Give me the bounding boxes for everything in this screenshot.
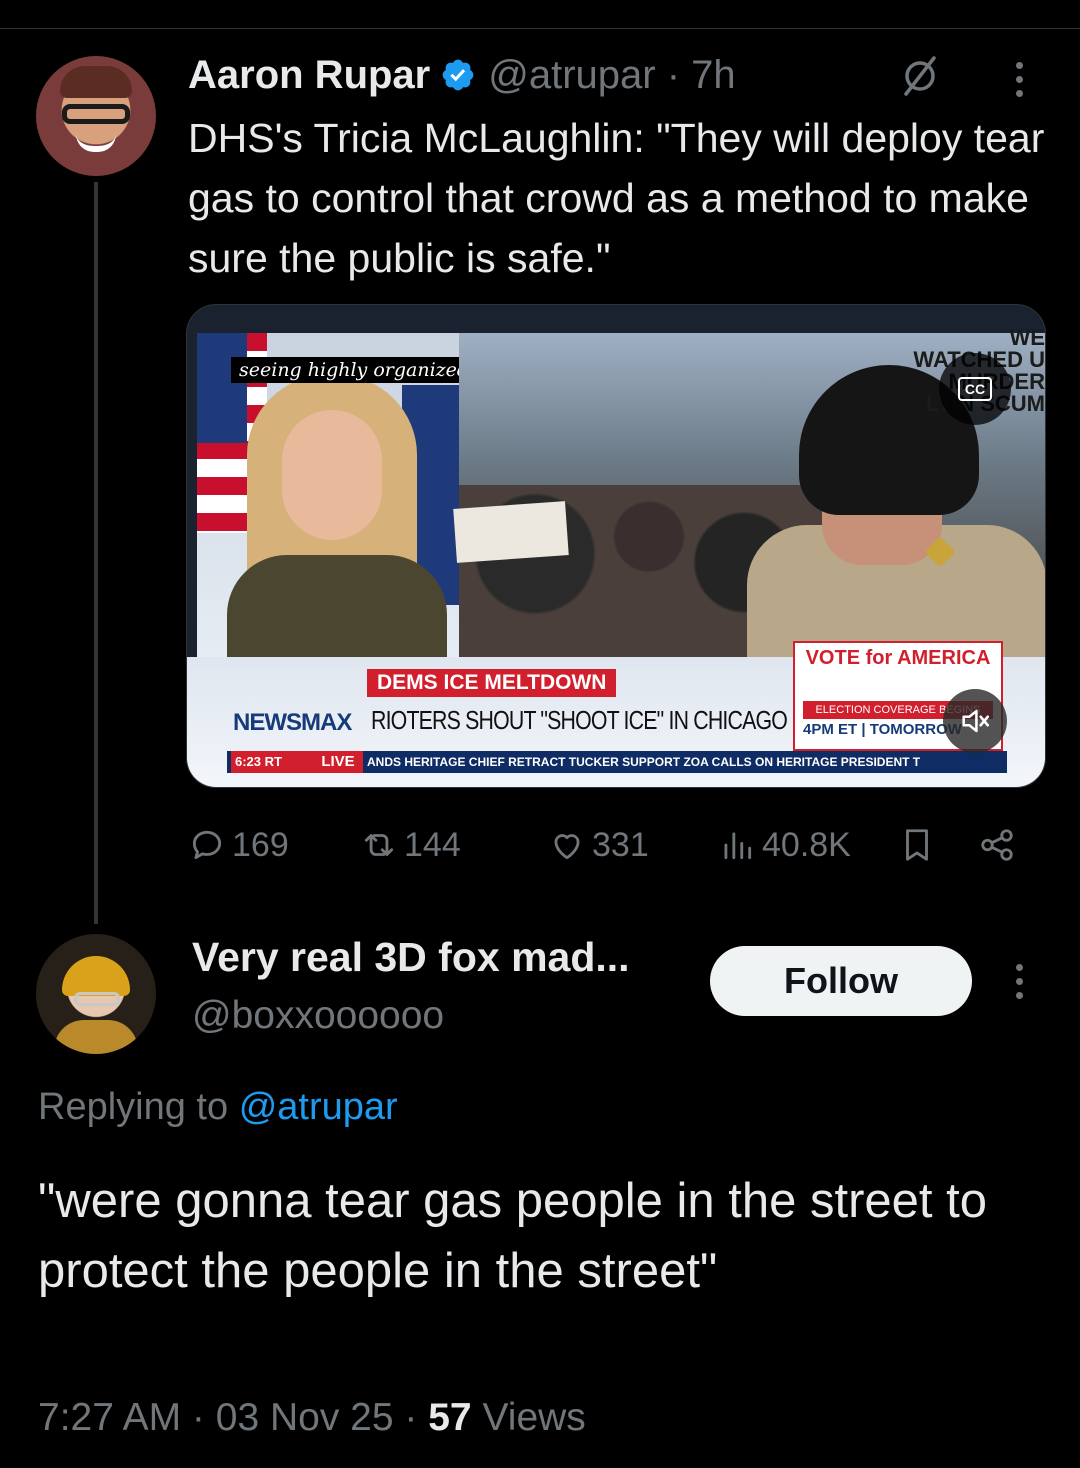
heart-icon — [554, 834, 580, 860]
action-bar: 169 144 331 40.8K — [188, 820, 1038, 870]
chyron-tag: DEMS ICE MELTDOWN — [367, 669, 617, 697]
replying-to: Replying to @atrupar — [38, 1086, 398, 1129]
reply-date[interactable]: 03 Nov 25 — [216, 1396, 394, 1439]
reply-views-label: Views — [482, 1396, 586, 1439]
ticker-text: ANDS HERITAGE CHIEF RETRACT TUCKER SUPPO… — [367, 755, 921, 769]
repost-count: 144 — [404, 825, 461, 864]
tweet-text: DHS's Tricia McLaughlin: "They will depl… — [188, 115, 1045, 281]
share-icon — [981, 829, 1013, 861]
mute-button[interactable] — [943, 689, 1007, 753]
follow-button[interactable]: Follow — [710, 946, 972, 1016]
reply-count: 169 — [232, 825, 289, 864]
like-count: 331 — [592, 825, 649, 864]
chyron-headline: RIOTERS SHOUT "SHOOT ICE" IN CHICAGO — [371, 705, 788, 735]
views-chart-icon — [724, 832, 752, 860]
reply-icon — [192, 830, 222, 860]
thread-connector-line — [94, 182, 98, 924]
tweet-header: Aaron Rupar @atrupar · 7h — [188, 50, 736, 100]
video-caption: seeing highly organized — [231, 357, 478, 383]
reply-avatar[interactable] — [36, 934, 156, 1054]
top-divider — [0, 28, 1080, 29]
like-button[interactable]: 331 — [548, 820, 649, 870]
verified-badge-icon — [442, 59, 474, 91]
timestamp: 7h — [691, 52, 736, 97]
views-count: 40.8K — [762, 825, 851, 864]
more-options-icon[interactable] — [1004, 56, 1034, 100]
promo-title: VOTE for AMERICA — [805, 647, 991, 669]
reply-views-count: 57 — [428, 1396, 472, 1439]
video-player[interactable]: seeing highly organized WE WATCHED U MUR… — [186, 304, 1046, 788]
cc-label: CC — [957, 377, 993, 401]
repost-button[interactable]: 144 — [360, 820, 461, 870]
network-logo: NEWSMAX — [233, 709, 352, 736]
protest-sign — [453, 501, 569, 563]
live-badge: LIVE — [313, 751, 363, 773]
replying-mention-link[interactable]: @atrupar — [239, 1086, 398, 1128]
bookmark-button[interactable] — [898, 820, 936, 870]
reply-button[interactable]: 169 — [188, 820, 289, 870]
reply-time[interactable]: 7:27 AM — [38, 1396, 181, 1439]
share-button[interactable] — [978, 820, 1016, 870]
replying-prefix: Replying to — [38, 1086, 229, 1128]
bookmark-icon — [906, 829, 928, 861]
handle: @atrupar — [488, 52, 656, 97]
repost-icon — [364, 834, 394, 856]
reply-handle[interactable]: @boxxoooooo — [192, 994, 444, 1038]
handle-and-time[interactable]: @atrupar · 7h — [488, 53, 735, 98]
display-name[interactable]: Aaron Rupar — [188, 53, 430, 98]
reply-text: "were gonna tear gas people in the stree… — [38, 1174, 988, 1298]
avatar[interactable] — [36, 56, 156, 176]
grok-icon[interactable] — [898, 54, 942, 98]
reply-display-name[interactable]: Very real 3D fox mad... — [192, 934, 630, 981]
muted-speaker-icon — [962, 709, 990, 733]
reply-metadata: 7:27 AM · 03 Nov 25 · 57 Views — [38, 1396, 586, 1439]
reply-more-options-icon[interactable] — [1004, 958, 1034, 1002]
views-button[interactable]: 40.8K — [718, 820, 851, 870]
closed-captions-button[interactable]: CC — [939, 353, 1011, 425]
ticker-clock: 6:23 RT — [231, 751, 313, 773]
